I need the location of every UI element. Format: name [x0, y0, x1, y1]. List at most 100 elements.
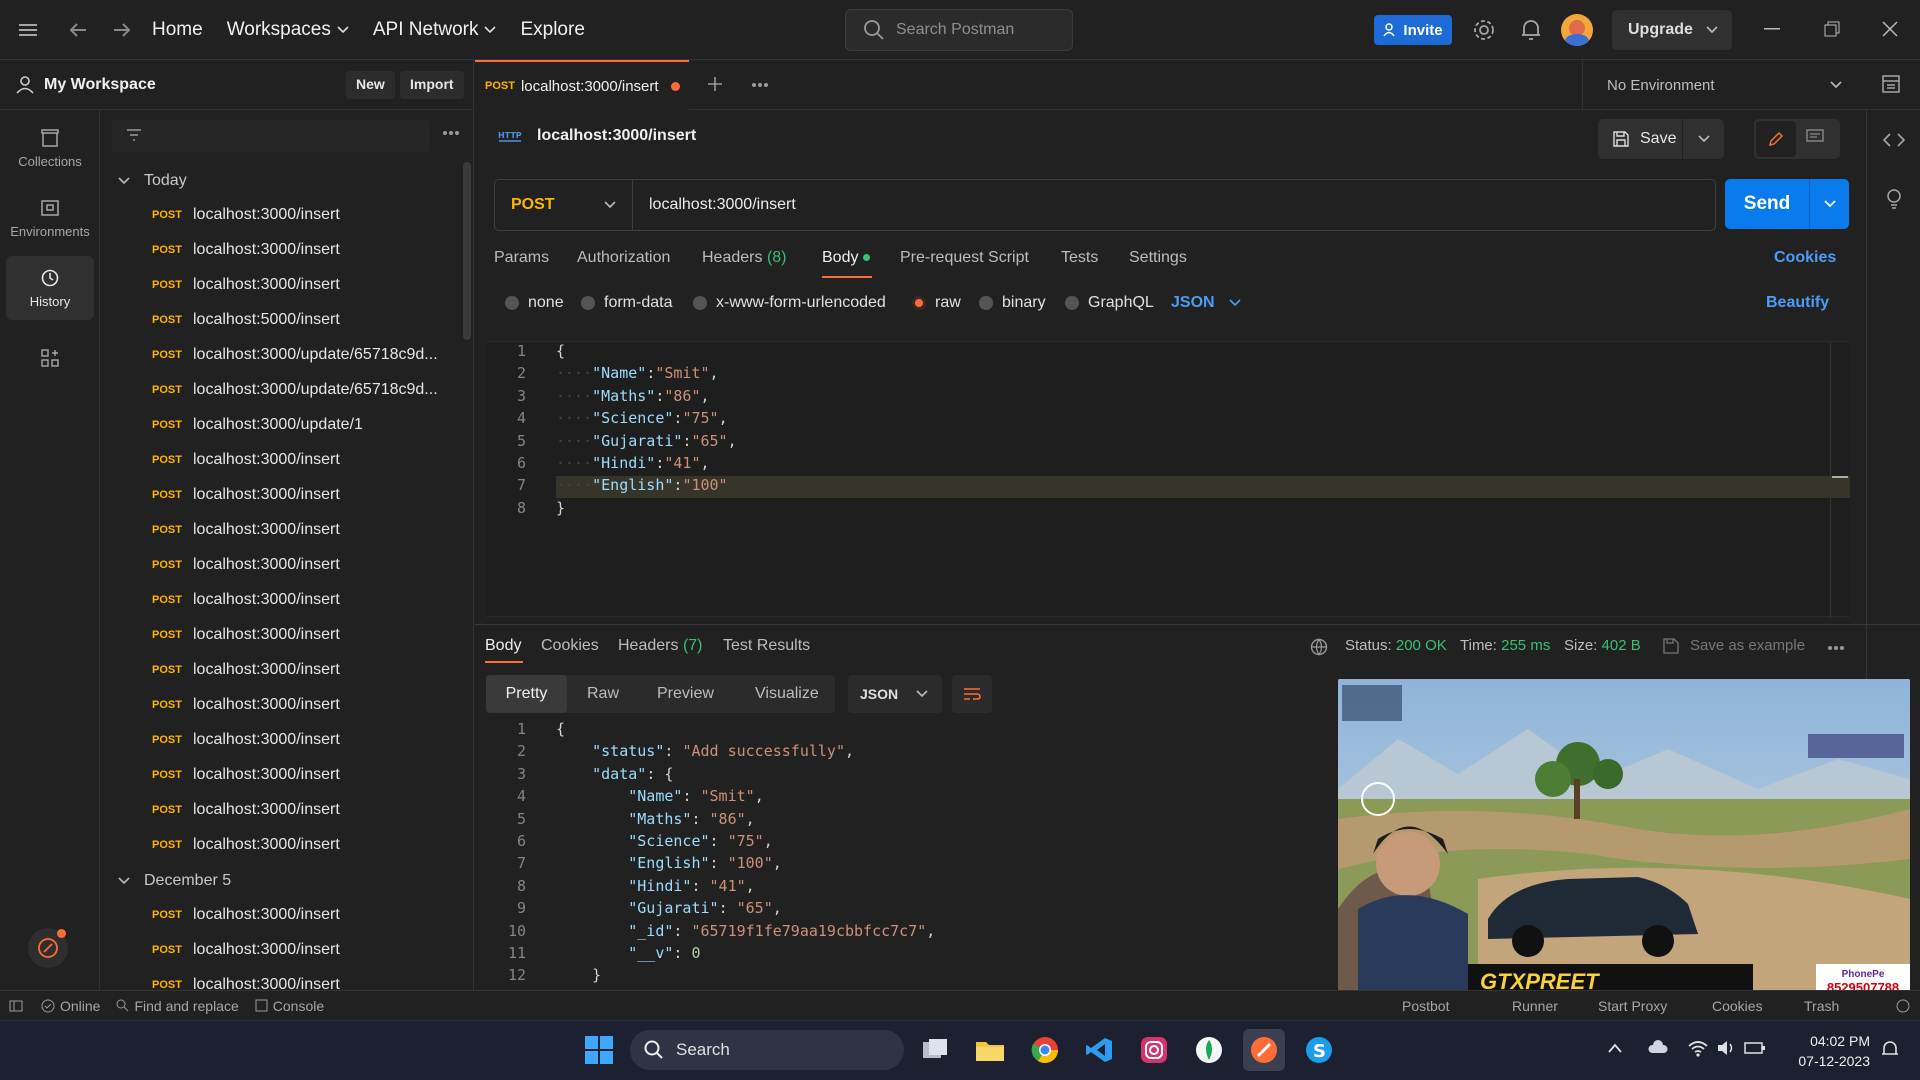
- sidebar-item-configure[interactable]: [6, 326, 94, 390]
- radio-form-data[interactable]: form-data: [581, 294, 672, 312]
- comments-icon[interactable]: [1806, 129, 1824, 145]
- settings-gear-icon[interactable]: [1472, 18, 1496, 42]
- method-select[interactable]: POST: [495, 180, 633, 230]
- tab-tests[interactable]: Tests: [1061, 249, 1098, 267]
- sidebar-item-collections[interactable]: Collections: [6, 116, 94, 180]
- windows-start-icon[interactable]: [578, 1029, 620, 1071]
- battery-icon[interactable]: [1744, 1040, 1766, 1056]
- clock[interactable]: 04:02 PM 07-12-2023: [1780, 1031, 1870, 1071]
- wifi-icon[interactable]: [1688, 1039, 1708, 1057]
- invite-button[interactable]: Invite: [1374, 15, 1452, 45]
- resp-tab-cookies[interactable]: Cookies: [541, 637, 599, 655]
- nav-home[interactable]: Home: [152, 19, 203, 41]
- history-item[interactable]: POST localhost:3000/insert: [100, 932, 460, 967]
- tab-pre-request-script[interactable]: Pre-request Script: [900, 249, 1029, 267]
- new-tab-plus-icon[interactable]: [707, 76, 723, 92]
- beautify-link[interactable]: Beautify: [1766, 294, 1829, 312]
- history-item[interactable]: POST localhost:3000/insert: [100, 197, 460, 232]
- resp-tab-headers[interactable]: Headers (7): [618, 637, 703, 655]
- history-item[interactable]: POST localhost:3000/insert: [100, 897, 460, 932]
- avatar[interactable]: [1561, 14, 1593, 46]
- edit-pencil-icon[interactable]: [1756, 121, 1796, 157]
- cloud-icon[interactable]: [1648, 1039, 1668, 1057]
- cookies-status[interactable]: Cookies: [1712, 998, 1763, 1014]
- postbot-icon[interactable]: [28, 928, 68, 968]
- response-format-select[interactable]: JSON: [848, 675, 942, 713]
- sidebar-scrollbar[interactable]: [463, 162, 471, 340]
- view-preview[interactable]: Preview: [657, 685, 714, 703]
- size-info[interactable]: Size: 402 B: [1564, 637, 1641, 654]
- save-button[interactable]: Save: [1598, 119, 1724, 159]
- history-item[interactable]: POST localhost:3000/insert: [100, 582, 460, 617]
- sidebar-item-environments[interactable]: Environments: [6, 186, 94, 250]
- mongodb-compass-icon[interactable]: [1188, 1029, 1230, 1071]
- history-item[interactable]: POST localhost:3000/insert: [100, 512, 460, 547]
- history-item[interactable]: POST localhost:3000/insert: [100, 442, 460, 477]
- nav-api-network[interactable]: API Network: [373, 19, 497, 41]
- history-item[interactable]: POST localhost:3000/update/1: [100, 407, 460, 442]
- view-pretty[interactable]: Pretty: [486, 675, 567, 713]
- response-more-icon[interactable]: [1827, 645, 1845, 651]
- save-as-example-button[interactable]: Save as example: [1690, 637, 1805, 654]
- trash[interactable]: Trash: [1804, 998, 1839, 1014]
- cookies-link[interactable]: Cookies: [1774, 249, 1836, 267]
- view-raw[interactable]: Raw: [587, 685, 619, 703]
- volume-icon[interactable]: [1716, 1039, 1736, 1057]
- postman-icon[interactable]: [1243, 1029, 1285, 1071]
- view-visualize[interactable]: Visualize: [755, 685, 819, 703]
- nav-workspaces[interactable]: Workspaces: [227, 19, 349, 41]
- resp-tab-test-results[interactable]: Test Results: [723, 637, 810, 655]
- history-item[interactable]: POST localhost:3000/insert: [100, 617, 460, 652]
- toggle-sidebar-icon[interactable]: [9, 1000, 23, 1012]
- wrap-lines-icon[interactable]: [952, 675, 992, 713]
- new-button[interactable]: New: [346, 71, 395, 99]
- file-explorer-icon[interactable]: [969, 1029, 1011, 1071]
- vscode-icon[interactable]: [1078, 1029, 1120, 1071]
- postbot[interactable]: Postbot: [1402, 998, 1449, 1014]
- chevron-down-icon[interactable]: [1824, 200, 1836, 208]
- start-proxy[interactable]: Start Proxy: [1598, 998, 1667, 1014]
- environment-quick-look-icon[interactable]: [1881, 74, 1901, 94]
- history-item[interactable]: POST localhost:3000/insert: [100, 652, 460, 687]
- find-replace[interactable]: Find and replace: [116, 998, 239, 1014]
- tab-headers[interactable]: Headers (8): [702, 249, 787, 267]
- close-icon[interactable]: [1882, 21, 1898, 37]
- history-item[interactable]: POST localhost:3000/insert: [100, 967, 460, 991]
- history-item[interactable]: POST localhost:3000/insert: [100, 232, 460, 267]
- history-item[interactable]: POST localhost:5000/insert: [100, 302, 460, 337]
- send-button[interactable]: Send: [1725, 179, 1849, 229]
- tab-params[interactable]: Params: [494, 249, 549, 267]
- history-item[interactable]: POST localhost:3000/insert: [100, 827, 460, 862]
- search-input[interactable]: Search Postman: [845, 9, 1073, 51]
- radio-graphql[interactable]: GraphQL: [1065, 294, 1154, 312]
- resp-tab-body[interactable]: Body: [485, 637, 521, 655]
- history-item[interactable]: POST localhost:3000/insert: [100, 722, 460, 757]
- radio-none[interactable]: none: [505, 294, 564, 312]
- help-icon[interactable]: [1896, 999, 1910, 1013]
- history-group-header[interactable]: Today: [118, 166, 187, 196]
- chevron-down-icon[interactable]: [1698, 135, 1710, 143]
- sidebar-item-history[interactable]: History: [6, 256, 94, 320]
- time-info[interactable]: Time: 255 ms: [1460, 637, 1550, 654]
- console[interactable]: Console: [255, 998, 324, 1014]
- import-button[interactable]: Import: [400, 71, 464, 99]
- history-item[interactable]: POST localhost:3000/update/65718c9d...: [100, 372, 460, 407]
- history-item[interactable]: POST localhost:3000/insert: [100, 687, 460, 722]
- request-tab[interactable]: POST localhost:3000/insert: [475, 60, 689, 110]
- history-item[interactable]: POST localhost:3000/insert: [100, 757, 460, 792]
- history-item[interactable]: POST localhost:3000/insert: [100, 792, 460, 827]
- minimize-icon[interactable]: [1764, 28, 1780, 30]
- more-options-icon[interactable]: [442, 130, 460, 136]
- url-input[interactable]: localhost:3000/insert: [633, 196, 1715, 214]
- lightbulb-icon[interactable]: [1884, 188, 1904, 210]
- tab-options-icon[interactable]: [751, 82, 769, 88]
- taskbar-search[interactable]: Search: [630, 1030, 904, 1070]
- response-body-viewer[interactable]: 1 {2 "status": "Add successfully", 3 "data…: [486, 720, 1338, 990]
- environment-select[interactable]: No Environment: [1582, 60, 1862, 110]
- history-item[interactable]: POST localhost:3000/insert: [100, 547, 460, 582]
- globe-icon[interactable]: [1310, 638, 1328, 656]
- request-title[interactable]: localhost:3000/insert: [537, 127, 696, 145]
- notifications-icon[interactable]: [1880, 1039, 1900, 1059]
- tab-settings[interactable]: Settings: [1129, 249, 1187, 267]
- request-body-editor[interactable]: 1{2 ····"Name":"Smit", 3 ····"Maths":"86", 4…: [486, 341, 1850, 618]
